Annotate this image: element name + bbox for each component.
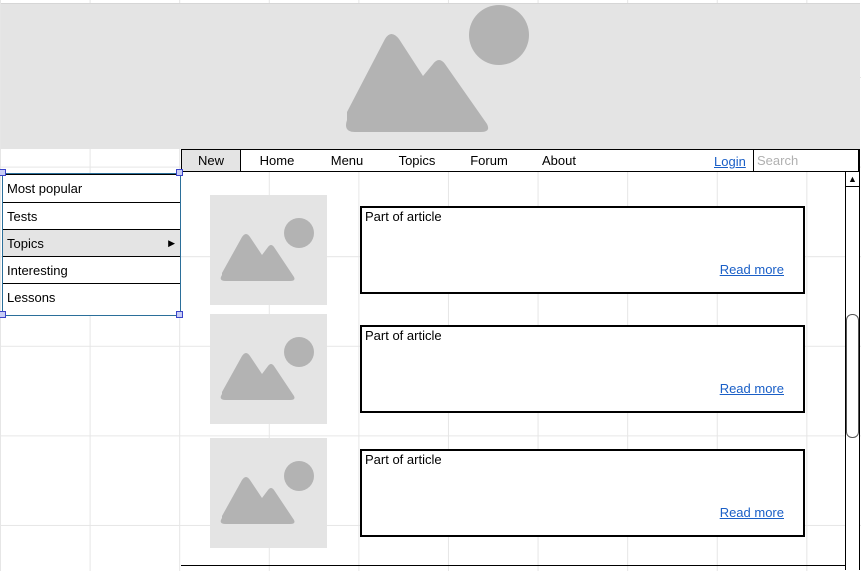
article-preview: Part of article Read more: [360, 206, 805, 294]
nav-home[interactable]: Home: [248, 150, 306, 171]
side-menu-item-most-popular[interactable]: Most popular: [3, 174, 180, 203]
content-bottom-border: [181, 565, 845, 566]
submenu-arrow-icon: ▶: [168, 238, 175, 248]
side-menu-item-topics[interactable]: Topics ▶: [3, 230, 180, 257]
side-menu: Most popular Tests Topics ▶ Interesting …: [2, 173, 181, 316]
image-placeholder-icon: [220, 461, 314, 524]
search-input[interactable]: [753, 149, 859, 172]
article-snippet: Part of article: [365, 452, 442, 467]
image-placeholder-icon: [346, 5, 529, 132]
scroll-thumb[interactable]: [846, 314, 859, 438]
menu-item-label: Lessons: [7, 290, 56, 305]
side-menu-item-tests[interactable]: Tests: [3, 203, 180, 230]
resize-handle-top-left[interactable]: [0, 169, 6, 176]
menu-item-label: Tests: [7, 209, 38, 224]
read-more-link[interactable]: Read more: [720, 505, 784, 520]
article-snippet: Part of article: [365, 328, 442, 343]
top-navbar: New Home Menu Topics Forum About Login: [181, 149, 860, 172]
image-placeholder-icon: [220, 218, 314, 281]
read-more-link[interactable]: Read more: [720, 262, 784, 277]
read-more-link[interactable]: Read more: [720, 381, 784, 396]
image-placeholder-icon: [220, 337, 314, 400]
resize-handle-top-right[interactable]: [176, 169, 183, 176]
banner-image-placeholder: [1, 3, 860, 149]
resize-handle-bottom-right[interactable]: [176, 311, 183, 318]
scroll-up-arrow-icon[interactable]: ▲: [846, 172, 859, 187]
login-link[interactable]: Login: [714, 150, 746, 171]
menu-item-label: Most popular: [7, 181, 83, 196]
nav-menu[interactable]: Menu: [318, 150, 376, 171]
side-menu-item-interesting[interactable]: Interesting: [3, 257, 180, 284]
vertical-scrollbar[interactable]: ▲: [845, 172, 860, 570]
menu-item-label: Topics: [7, 236, 44, 251]
article-thumbnail: [210, 438, 327, 548]
menu-item-label: Interesting: [7, 263, 68, 278]
resize-handle-bottom-left[interactable]: [0, 311, 6, 318]
article-thumbnail: [210, 314, 327, 424]
article-preview: Part of article Read more: [360, 325, 805, 413]
side-menu-item-lessons[interactable]: Lessons: [3, 284, 180, 311]
nav-new[interactable]: New: [182, 150, 241, 171]
nav-topics[interactable]: Topics: [388, 150, 446, 171]
article-thumbnail: [210, 195, 327, 305]
article-snippet: Part of article: [365, 209, 442, 224]
nav-forum[interactable]: Forum: [460, 150, 518, 171]
nav-about[interactable]: About: [530, 150, 588, 171]
article-preview: Part of article Read more: [360, 449, 805, 537]
